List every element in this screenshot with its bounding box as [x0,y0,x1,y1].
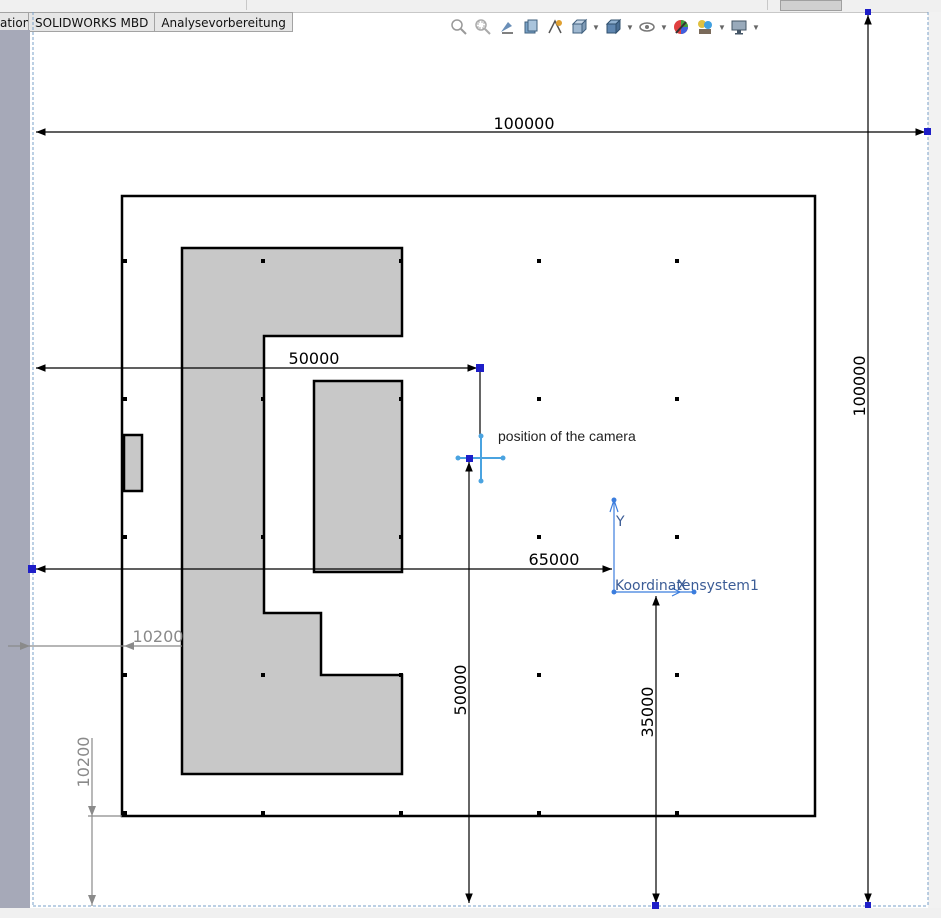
grid-point [399,535,403,539]
grid-point [261,811,265,815]
camera-x-endpoint[interactable] [476,364,484,372]
grid-point [399,397,403,401]
grid-point [261,259,265,263]
dimension-endpoint[interactable] [652,902,659,909]
sketch-canvas[interactable]: 100000 100000 50000 position of the came… [0,0,941,918]
grid-point [675,673,679,677]
grid-point [123,673,127,677]
grid-point [123,811,127,815]
dimension-camera-x[interactable]: 50000 [289,349,340,368]
dimension-csys-x[interactable]: 65000 [529,550,580,569]
camera-note[interactable]: position of the camera [498,428,636,444]
grid-point [399,811,403,815]
grid-point [123,535,127,539]
dimension-left-offset[interactable]: 10200 [133,627,184,646]
grid-point [675,397,679,401]
dimension-endpoint[interactable] [865,9,871,15]
grid-point [537,673,541,677]
inner-obstacle[interactable] [312,379,404,574]
grid-point [261,535,265,539]
grid-point [675,535,679,539]
grid-point [537,259,541,263]
dimension-csys-y[interactable]: 35000 [638,687,657,738]
grid-point [123,259,127,263]
csys-axis-y-label: Y [615,514,625,530]
grid-point [399,259,403,263]
grid-point [537,397,541,401]
dimension-right-height[interactable]: 100000 [850,355,869,416]
coordinate-system-label[interactable]: Koordinatensystem1 [615,578,759,594]
grid-point [675,811,679,815]
grid-point [537,811,541,815]
grid-point [399,673,403,677]
grid-point [123,397,127,401]
dimension-endpoint[interactable] [865,902,871,908]
grid-point [261,673,265,677]
grid-point [537,535,541,539]
csys-x-endpoint[interactable] [28,565,36,573]
door-block[interactable] [122,433,144,493]
grid-point [261,397,265,401]
dimension-bottom-offset[interactable]: 10200 [74,737,93,788]
grid-point [675,259,679,263]
dimension-camera-y[interactable]: 50000 [451,665,470,716]
dimension-endpoint[interactable] [924,128,931,135]
dimension-top-width[interactable]: 100000 [493,114,554,133]
